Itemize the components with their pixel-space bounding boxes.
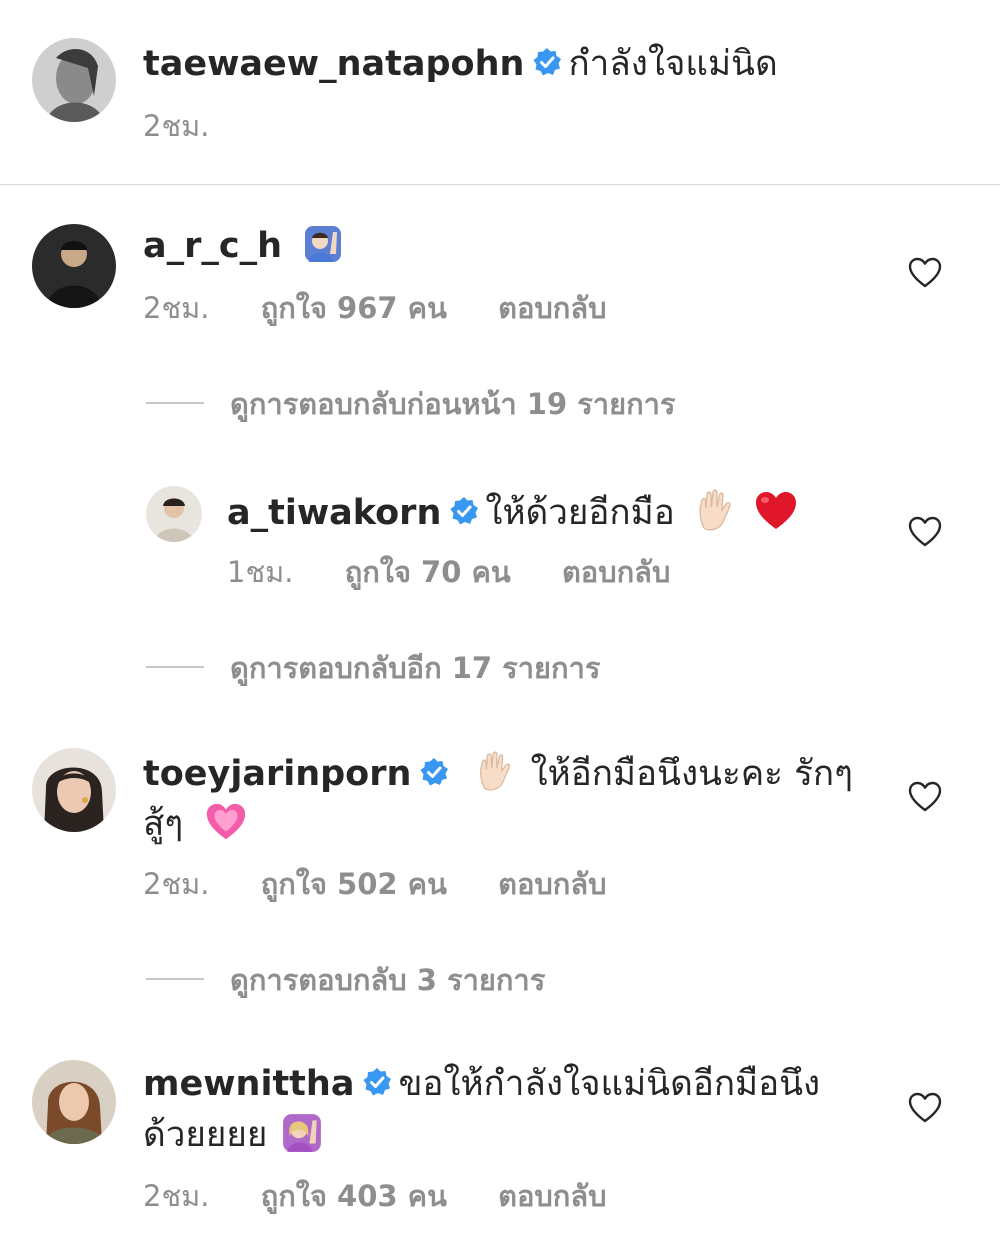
comment-username[interactable]: a_r_c_h (143, 226, 282, 266)
avatar-taewaew[interactable] (32, 38, 116, 122)
comment-line: toeyjarinporn ให้อีกมือนึงนะคะ รักๆ (143, 750, 853, 800)
comment-likes[interactable]: ถูกใจ 502 คน (261, 866, 447, 902)
like-heart-icon[interactable] (908, 780, 942, 814)
reply-meta: 1ชม. ถูกใจ 70 คน ตอบกลับ (227, 554, 670, 590)
comment-time: 2ชม. (143, 1179, 210, 1213)
comment-likes[interactable]: ถูกใจ 967 คน (261, 290, 447, 326)
view-replies-label: ดูการตอบกลับก่อนหน้า 19 รายการ (230, 387, 676, 421)
verified-badge-icon (449, 496, 479, 526)
comment-text: ขอให้กำลังใจแม่นิดอีกมือนึง (398, 1064, 821, 1104)
comment-meta: 2ชม. ถูกใจ 403 คน ตอบกลับ (143, 1178, 607, 1214)
comment-line: mewnittha ขอให้กำลังใจแม่นิดอีกมือนึง (143, 1062, 820, 1106)
person-raising-hand-emoji (303, 224, 343, 264)
comment-time: 2ชม. (143, 867, 210, 901)
caption-username[interactable]: taewaew_natapohn (143, 44, 524, 84)
person-raising-hand-emoji (281, 1112, 323, 1154)
comment-likes[interactable]: ถูกใจ 403 คน (261, 1178, 447, 1214)
view-replies-label: ดูการตอบกลับอีก 17 รายการ (230, 651, 601, 685)
avatar-toeyjarinporn[interactable] (32, 748, 116, 832)
comment-line-2: สู้ๆ (143, 800, 248, 850)
comment-username[interactable]: mewnittha (143, 1064, 354, 1104)
view-replies-label: ดูการตอบกลับ 3 รายการ (230, 963, 546, 997)
reply-text: ให้ด้วยอีกมือ (485, 493, 675, 533)
like-heart-icon[interactable] (908, 1091, 942, 1125)
caption-time: 2ชม. (143, 109, 210, 143)
caption-meta: 2ชม. (143, 108, 209, 144)
view-more-replies[interactable]: ดูการตอบกลับอีก 17 รายการ (146, 650, 600, 686)
pink-heart-emoji (204, 800, 248, 844)
like-heart-icon[interactable] (908, 515, 942, 549)
caption-line: taewaew_natapohn กำลังใจแม่นิด (143, 42, 778, 86)
verified-badge-icon (362, 1067, 392, 1097)
reply-username[interactable]: a_tiwakorn (227, 493, 441, 533)
raised-hand-emoji (473, 750, 517, 794)
view-replies[interactable]: ดูการตอบกลับ 3 รายการ (146, 962, 545, 998)
comment-text-2: สู้ๆ (143, 804, 184, 844)
comment-text: ให้อีกมือนึงนะคะ รักๆ (530, 754, 853, 794)
replies-dash (146, 666, 204, 668)
comment-text-2: ด้วยยยย (143, 1115, 268, 1155)
comment-meta: 2ชม. ถูกใจ 967 คน ตอบกลับ (143, 290, 607, 326)
avatar-a-r-c-h[interactable] (32, 224, 116, 308)
avatar-mewnittha[interactable] (32, 1060, 116, 1144)
comment-username[interactable]: toeyjarinporn (143, 754, 411, 794)
reply-line: a_tiwakorn ให้ด้วยอีกมือ (227, 488, 799, 540)
comment-line: a_r_c_h (143, 224, 343, 270)
divider (0, 184, 1000, 185)
raised-hand-emoji (692, 488, 738, 534)
comment-line-2: ด้วยยยย (143, 1112, 323, 1160)
reply-button[interactable]: ตอบกลับ (498, 866, 606, 902)
view-previous-replies[interactable]: ดูการตอบกลับก่อนหน้า 19 รายการ (146, 386, 676, 422)
caption-text: กำลังใจแม่นิด (568, 44, 778, 84)
avatar-a-tiwakorn[interactable] (146, 486, 202, 542)
comment-meta: 2ชม. ถูกใจ 502 คน ตอบกลับ (143, 866, 607, 902)
reply-button[interactable]: ตอบกลับ (562, 554, 670, 590)
reply-likes[interactable]: ถูกใจ 70 คน (345, 554, 511, 590)
red-heart-emoji (753, 488, 799, 534)
replies-dash (146, 402, 204, 404)
comment-time: 2ชม. (143, 291, 210, 325)
like-heart-icon[interactable] (908, 256, 942, 290)
reply-button[interactable]: ตอบกลับ (498, 290, 606, 326)
reply-time: 1ชม. (227, 555, 294, 589)
verified-badge-icon (532, 47, 562, 77)
verified-badge-icon (419, 757, 449, 787)
replies-dash (146, 978, 204, 980)
reply-button[interactable]: ตอบกลับ (498, 1178, 606, 1214)
